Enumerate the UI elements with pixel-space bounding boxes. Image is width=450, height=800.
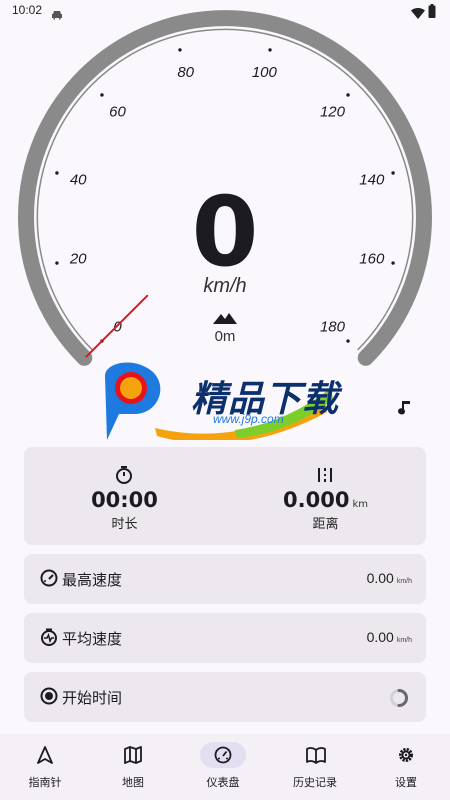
start-time-label: 开始时间: [62, 689, 123, 707]
duration-stat: 00:00 时长: [24, 447, 225, 545]
timer-pulse-icon: [40, 628, 58, 650]
nav-dashboard[interactable]: 仪表盘: [178, 734, 268, 800]
distance-unit: km: [352, 499, 368, 510]
scale-dot: [178, 48, 182, 52]
stopwatch-icon: [114, 465, 134, 489]
nav-label-history: 历史记录: [293, 776, 337, 789]
record-icon: [40, 687, 58, 709]
music-note-icon[interactable]: [398, 400, 412, 420]
nav-label-map: 地图: [122, 776, 144, 789]
avg-speed-value: 0.00: [366, 629, 394, 645]
scale-label-120: 120: [320, 104, 346, 121]
scale-dot: [268, 48, 272, 52]
distance-label: 距离: [312, 517, 339, 532]
trip-summary-card: 00:00 时长 0.000 km 距离: [24, 447, 426, 545]
scale-dot: [346, 93, 350, 97]
speed-needle: [85, 294, 149, 358]
nav-settings[interactable]: 设置: [361, 734, 450, 800]
max-speed-value: 0.00: [366, 570, 394, 586]
nav-map[interactable]: 地图: [88, 734, 178, 800]
bottom-navigation: 指南针 地图 仪表盘 历史记录 设置: [0, 734, 450, 800]
book-icon: [306, 746, 326, 768]
speedometer-icon: [40, 569, 58, 591]
max-speed-unit: km/h: [396, 578, 412, 585]
map-icon: [124, 746, 142, 768]
nav-label-compass: 指南针: [28, 776, 62, 789]
scale-label-60: 60: [109, 104, 126, 121]
watermark-url: www.j9p.com: [213, 412, 284, 426]
dashboard-icon: [214, 746, 232, 768]
avg-speed-unit: km/h: [396, 637, 412, 644]
avg-speed-label: 平均速度: [62, 630, 123, 648]
distance-stat: 0.000 km 距离: [225, 447, 426, 545]
max-speed-value-wrap: 0.00 km/h: [367, 570, 412, 586]
start-time-row: 开始时间: [24, 672, 426, 722]
scale-label-80: 80: [177, 64, 194, 81]
nav-label-settings: 设置: [395, 776, 417, 789]
nav-compass[interactable]: 指南针: [0, 734, 90, 800]
nav-label-dashboard: 仪表盘: [206, 776, 240, 789]
loading-spinner-icon: [389, 688, 409, 712]
duration-value: 00:00: [91, 488, 158, 512]
max-speed-row: 最高速度 0.00 km/h: [24, 554, 426, 604]
scale-dot: [391, 171, 395, 175]
watermark-logo: 精品下载 www.j9p.com: [95, 358, 355, 440]
distance-value-wrap: 0.000 km: [225, 488, 426, 512]
avg-speed-row: 平均速度 0.00 km/h: [24, 613, 426, 663]
altitude-value: 0m: [214, 328, 236, 345]
duration-label: 时长: [111, 517, 138, 532]
scale-label-100: 100: [252, 64, 278, 81]
distance-icon: [315, 465, 335, 489]
compass-arrow-icon: [36, 746, 54, 768]
scale-dot: [55, 171, 59, 175]
speed-value: 0: [191, 176, 259, 288]
nav-history[interactable]: 历史记录: [270, 734, 360, 800]
avg-speed-value-wrap: 0.00 km/h: [367, 629, 412, 645]
scale-dot: [100, 93, 104, 97]
gear-icon: [397, 746, 415, 768]
max-speed-label: 最高速度: [62, 571, 123, 589]
mountain-icon: [213, 309, 237, 328]
distance-value: 0.000: [283, 488, 350, 512]
speed-unit: km/h: [203, 275, 247, 297]
